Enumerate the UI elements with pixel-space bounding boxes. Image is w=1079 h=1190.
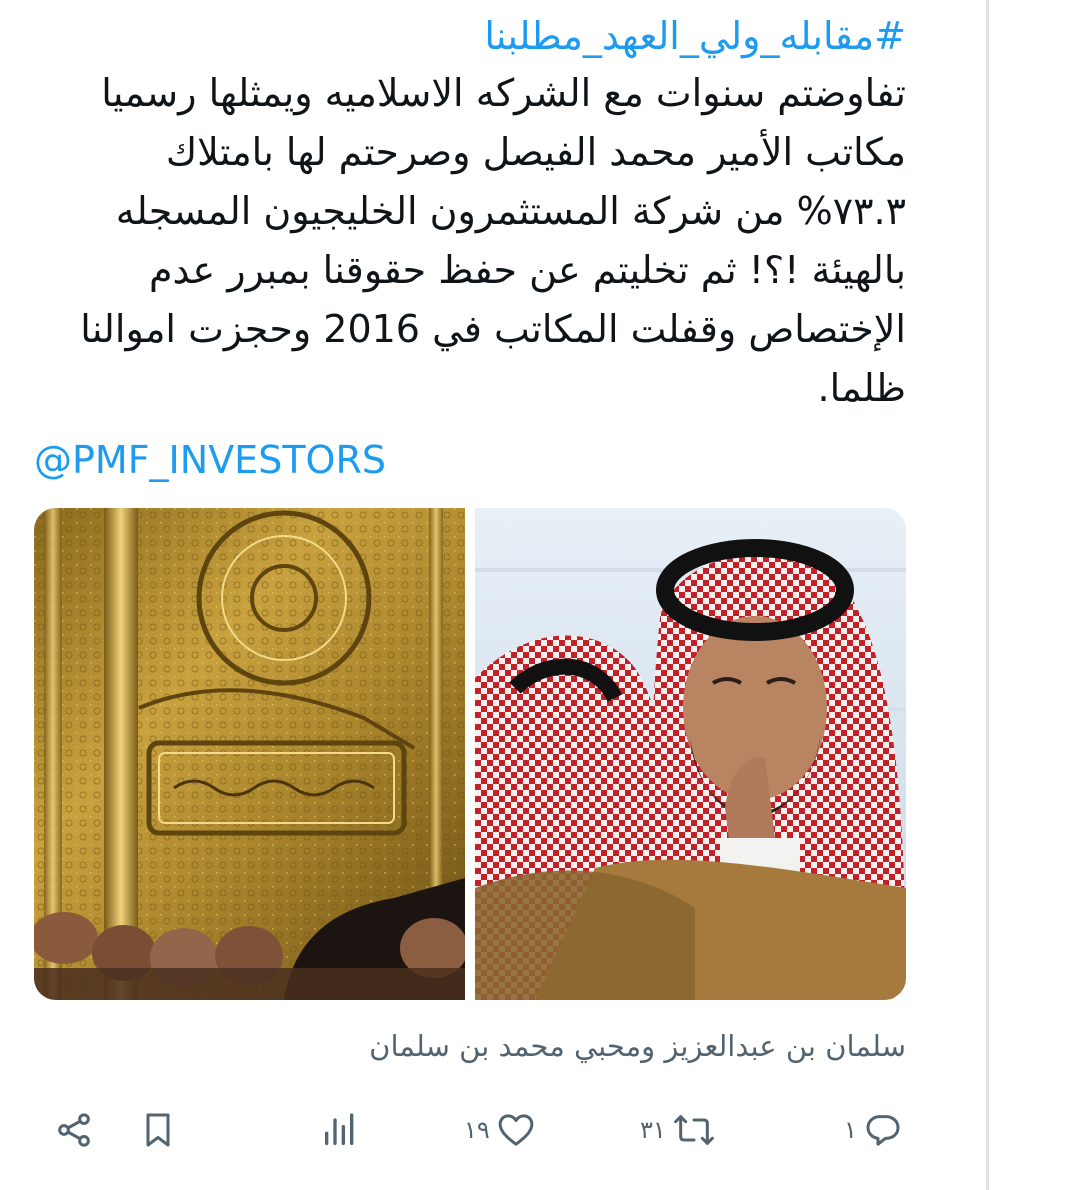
share-icon xyxy=(54,1110,94,1150)
tweet-body-line: مكاتب الأمير محمد الفيصل وصرحتم لها بامت… xyxy=(165,130,906,174)
tweet-body-line: بالهيئة !؟! ثم تخليتم عن حفظ حقوقنا بمبر… xyxy=(148,248,906,292)
views-button[interactable] xyxy=(320,1100,360,1160)
hashtag-link[interactable]: #مقابله_ولي_العهد_مطلبنا xyxy=(484,10,906,62)
media-caption: سلمان بن عبدالعزيز ومحبي محمد بن سلمان xyxy=(369,1029,906,1063)
tweet-body: تفاوضتم سنوات مع الشركه الاسلاميه ويمثله… xyxy=(32,64,906,418)
like-button[interactable]: ١٩ xyxy=(464,1100,536,1160)
column-divider xyxy=(986,0,989,1190)
retweet-icon xyxy=(672,1110,716,1150)
share-button[interactable] xyxy=(54,1100,94,1160)
tweet-media xyxy=(34,508,906,1000)
media-image-gold-door[interactable] xyxy=(34,508,465,1000)
bookmark-icon xyxy=(138,1110,178,1150)
retweet-button[interactable]: ٣١ xyxy=(640,1100,716,1160)
tweet-body-line: ظلما. xyxy=(817,366,906,410)
reply-count: ١ xyxy=(844,1116,857,1144)
tweet-body-line: تفاوضتم سنوات مع الشركه الاسلاميه ويمثله… xyxy=(101,71,906,115)
bookmark-button[interactable] xyxy=(138,1100,178,1160)
views-icon xyxy=(320,1110,360,1150)
media-image-portrait[interactable] xyxy=(475,508,906,1000)
tweet-actions: ١٩ ٣١ ١ xyxy=(32,1100,906,1160)
heart-icon xyxy=(496,1110,536,1150)
tweet-body-line: ٧٣.٣% من شركة المستثمرون الخليجيون المسج… xyxy=(115,189,906,233)
reply-button[interactable]: ١ xyxy=(844,1100,903,1160)
retweet-count: ٣١ xyxy=(640,1116,666,1144)
reply-icon xyxy=(863,1110,903,1150)
like-count: ١٩ xyxy=(464,1116,490,1144)
tweet-body-line: الإختصاص وقفلت المكاتب في 2016 وحجزت امو… xyxy=(80,307,906,351)
mention-link[interactable]: @PMF_INVESTORS xyxy=(34,434,386,486)
